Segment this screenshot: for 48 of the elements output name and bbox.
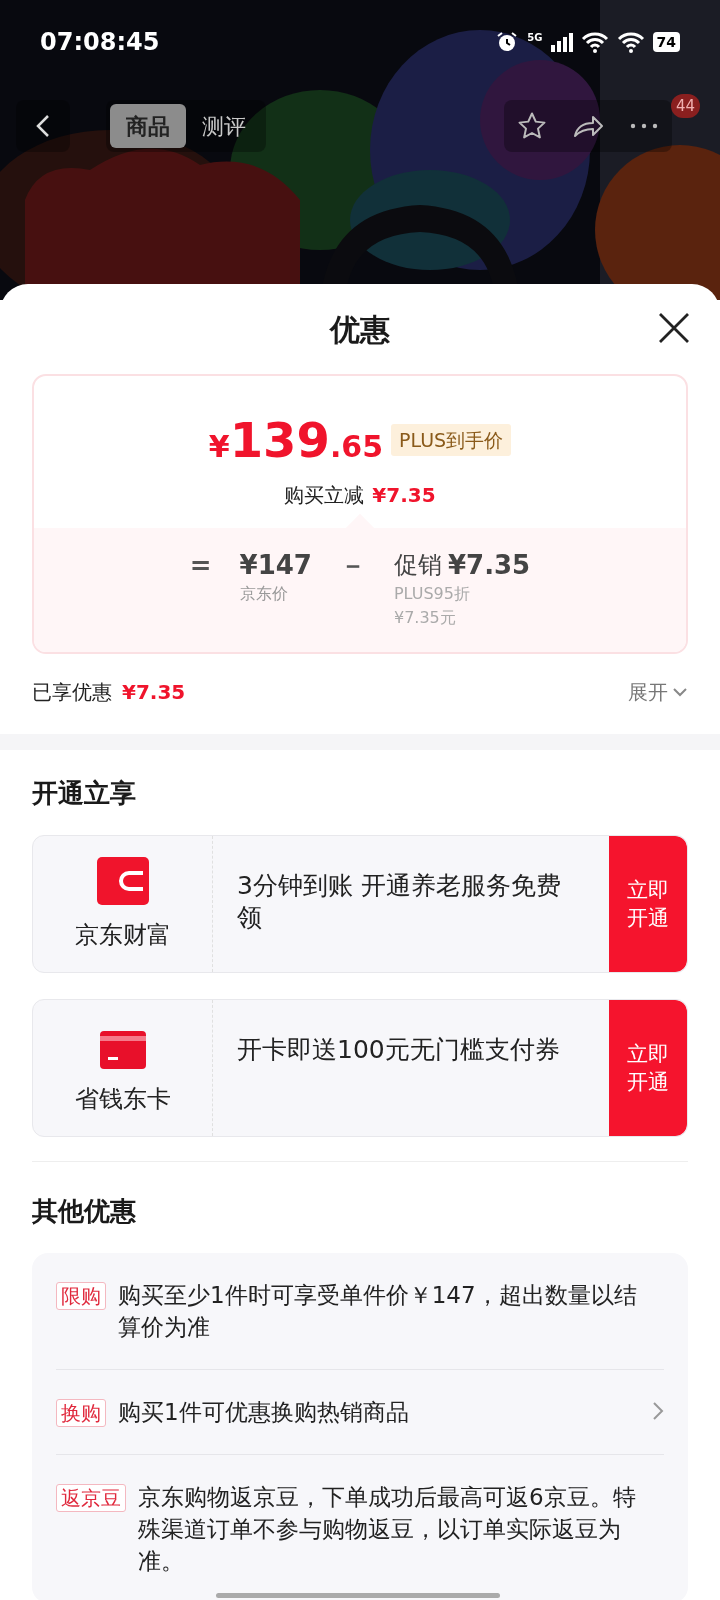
equals-sign: = — [189, 549, 212, 582]
wallet-icon — [96, 857, 149, 905]
offer-name: 京东财富 — [74, 920, 171, 951]
sheet-title: 优惠 — [330, 310, 390, 349]
open-button[interactable]: 立即开通 — [609, 1000, 687, 1136]
reduction-amount: ¥7.35 — [372, 482, 436, 509]
promo-note: PLUS95折 — [393, 583, 471, 605]
reduction-label: 购买立减 — [284, 482, 365, 509]
tab[interactable]: 商品 — [110, 104, 186, 148]
chevron-right-icon[interactable] — [652, 1401, 664, 1421]
chevron-down-icon — [672, 687, 688, 697]
price: ¥139.65 — [208, 411, 384, 470]
offer-name: 省钱东卡 — [74, 1084, 171, 1115]
promo-label: 促销 — [393, 550, 442, 581]
offer-tag: 返京豆 — [56, 1484, 126, 1512]
offer-tag: 限购 — [56, 1282, 106, 1310]
section-title: 开通立享 — [32, 777, 137, 810]
offer-description: 购买至少1件时可享受单件价￥147，超出数量以结算价为准 — [118, 1281, 638, 1342]
offer-description: 京东购物返京豆，下单成功后最高可返6京豆。特殊渠道订单不参与购物返豆，以订单实际返豆为准。 — [138, 1483, 637, 1576]
expand-button[interactable]: 展开 — [628, 677, 688, 707]
card-icon — [99, 1031, 146, 1069]
wifi-icon — [616, 31, 645, 53]
tab[interactable]: 测评 — [186, 104, 262, 148]
promo-note: ¥7.35元 — [393, 607, 457, 629]
signal-icon — [550, 32, 573, 52]
minus-sign: － — [339, 549, 366, 582]
discount-label: 已享优惠 — [32, 679, 112, 706]
offer-tag: 换购 — [56, 1399, 106, 1427]
offer-text: 开卡即送100元无门槛支付券 — [236, 1034, 561, 1066]
open-button[interactable]: 立即开通 — [609, 836, 687, 972]
section-title: 其他优惠 — [32, 1195, 137, 1228]
back-icon — [35, 113, 51, 139]
back-button[interactable] — [16, 100, 70, 152]
more-icon — [630, 123, 658, 129]
battery-indicator: 74 — [652, 32, 680, 52]
offer-text: 3分钟到账 开通养老服务免费领 — [236, 870, 562, 934]
price-tag: PLUS到手价 — [391, 423, 512, 457]
offer-description: 购买1件可优惠换购热销商品 — [118, 1398, 410, 1427]
network-label: 5G — [527, 31, 543, 45]
promo-amount: ¥7.35 — [447, 549, 531, 582]
share-icon — [572, 113, 604, 139]
close-icon — [657, 311, 691, 345]
base-price-label: 京东价 — [239, 583, 289, 605]
star-icon — [517, 111, 547, 141]
discount-amount: ¥7.35 — [122, 679, 186, 706]
wifi-icon — [580, 31, 609, 53]
base-price: ¥147 — [239, 549, 312, 582]
status-time: 07:08:45 — [40, 27, 160, 58]
